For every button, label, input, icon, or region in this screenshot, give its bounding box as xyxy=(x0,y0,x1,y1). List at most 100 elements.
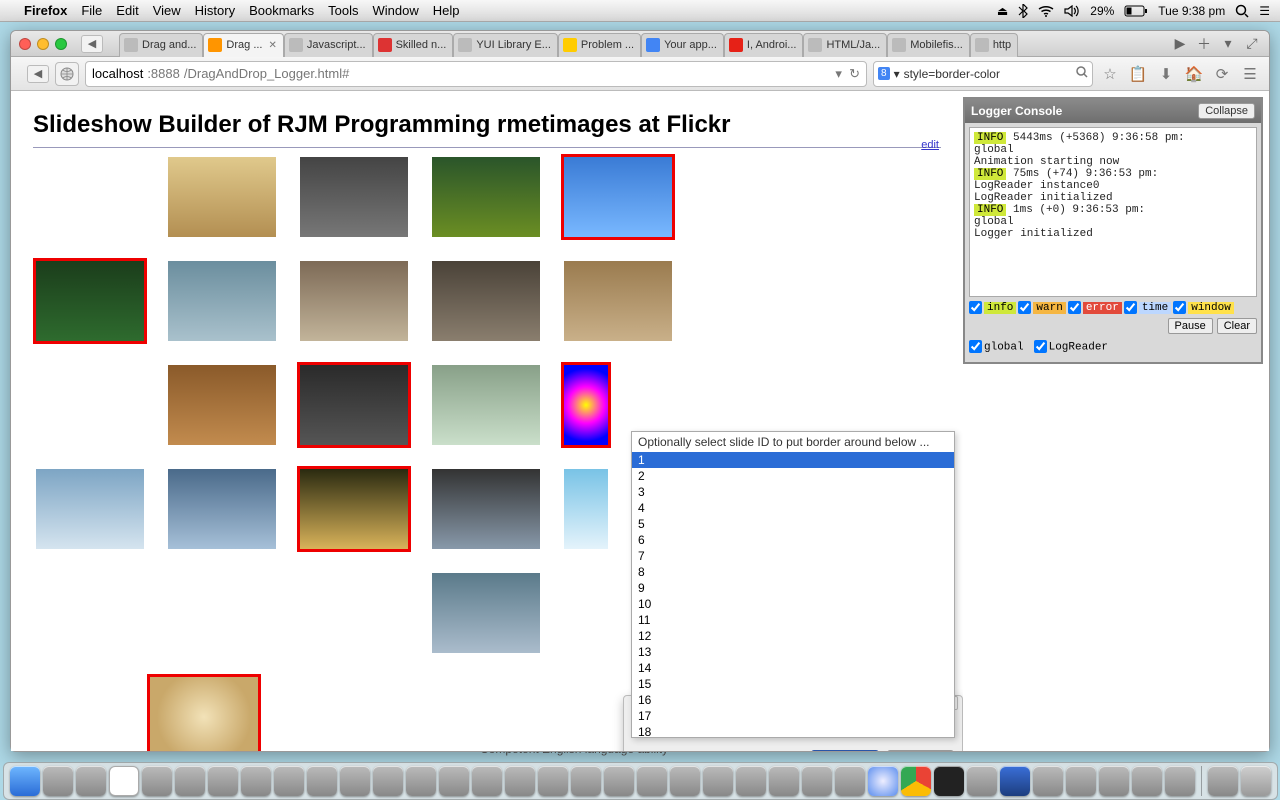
dock-app-icon[interactable] xyxy=(604,766,634,796)
browser-tab[interactable]: Skilled n... xyxy=(373,33,454,57)
dock-app-icon[interactable] xyxy=(1132,766,1162,796)
slide-id-option[interactable]: 5 xyxy=(632,516,954,532)
app-name[interactable]: Firefox xyxy=(24,3,67,18)
window-zoom-button[interactable] xyxy=(55,38,67,50)
dock-app-icon[interactable] xyxy=(1241,766,1271,796)
dock-app-icon[interactable] xyxy=(307,766,337,796)
browser-tab[interactable]: Drag and... xyxy=(119,33,203,57)
dock-app-icon[interactable] xyxy=(967,766,997,796)
thumbnail-green-tram[interactable] xyxy=(429,154,543,240)
slide-id-option[interactable]: 3 xyxy=(632,484,954,500)
logger-clear-button[interactable]: Clear xyxy=(1217,318,1257,334)
dock-app-icon[interactable] xyxy=(208,766,238,796)
slide-id-option[interactable]: 16 xyxy=(632,692,954,708)
dock-app-icon[interactable] xyxy=(43,766,73,796)
logger-collapse-button[interactable]: Collapse xyxy=(1198,103,1255,119)
downloads-icon[interactable]: ⬇ xyxy=(1155,63,1177,85)
stop-reload-button[interactable]: ▾ ↻ xyxy=(835,66,860,82)
dock-app-icon[interactable] xyxy=(571,766,601,796)
new-tab-button[interactable]: ＋ xyxy=(1195,35,1213,53)
dock-app-icon[interactable] xyxy=(1165,766,1195,796)
home-icon[interactable]: 🏠 xyxy=(1183,63,1205,85)
thumbnail-caged-window[interactable] xyxy=(297,362,411,448)
thumbnail-hikers[interactable] xyxy=(165,258,279,344)
dock-app-icon[interactable] xyxy=(10,766,40,796)
thumbnail-tropical-beach[interactable] xyxy=(561,466,611,552)
submit-button[interactable]: Submit xyxy=(811,750,878,751)
slide-id-option[interactable]: 18 xyxy=(632,724,954,737)
dock-app-icon[interactable] xyxy=(109,766,139,796)
dock-app-icon[interactable] xyxy=(439,766,469,796)
fullscreen-button[interactable]: ⤢ xyxy=(1243,35,1261,53)
thumbnail-sunset[interactable] xyxy=(297,466,411,552)
filter-checkbox[interactable] xyxy=(1173,301,1186,314)
sync-icon[interactable]: ⟳ xyxy=(1211,63,1233,85)
notification-center-icon[interactable]: ☰ xyxy=(1259,4,1270,18)
search-bar[interactable]: 8▾ style=border-color xyxy=(873,61,1093,87)
dock-app-icon[interactable] xyxy=(670,766,700,796)
thumbnail-tree[interactable] xyxy=(33,258,147,344)
dock-app-icon[interactable] xyxy=(1000,766,1030,796)
browser-tab[interactable]: I, Androi... xyxy=(724,33,804,57)
browser-tab[interactable]: Your app... xyxy=(641,33,724,57)
thumbnail-lake[interactable] xyxy=(429,570,543,656)
dock-app-icon[interactable] xyxy=(802,766,832,796)
slide-id-option[interactable]: 17 xyxy=(632,708,954,724)
menu-history[interactable]: History xyxy=(195,3,235,18)
thumbnail-puppy[interactable] xyxy=(165,154,279,240)
logger-filter-info[interactable]: info xyxy=(969,301,1016,314)
site-identity-icon[interactable] xyxy=(55,62,79,86)
dock-app-icon[interactable] xyxy=(1099,766,1129,796)
dock-app-icon[interactable] xyxy=(901,766,931,796)
battery-icon[interactable] xyxy=(1124,5,1148,17)
thumbnail-puppy-flowers[interactable] xyxy=(147,674,261,751)
menu-bookmarks[interactable]: Bookmarks xyxy=(249,3,314,18)
dock-app-icon[interactable] xyxy=(274,766,304,796)
dock-app-icon[interactable] xyxy=(934,766,964,796)
menu-tools[interactable]: Tools xyxy=(328,3,358,18)
slide-id-option[interactable]: 10 xyxy=(632,596,954,612)
spotlight-icon[interactable] xyxy=(1235,4,1249,18)
browser-tab[interactable]: HTML/Ja... xyxy=(803,33,887,57)
menu-file[interactable]: File xyxy=(81,3,102,18)
logger-filter-window[interactable]: window xyxy=(1173,301,1234,314)
dock-app-icon[interactable] xyxy=(175,766,205,796)
hamburger-menu-icon[interactable]: ☰ xyxy=(1239,63,1261,85)
dock-app-icon[interactable] xyxy=(835,766,865,796)
back-button[interactable]: ◀ xyxy=(27,65,49,83)
browser-tab[interactable]: YUI Library E... xyxy=(453,33,558,57)
filter-checkbox[interactable] xyxy=(1018,301,1031,314)
slide-id-option[interactable]: 4 xyxy=(632,500,954,516)
filter-checkbox[interactable] xyxy=(1068,301,1081,314)
dock-app-icon[interactable] xyxy=(1033,766,1063,796)
slide-id-option[interactable]: 13 xyxy=(632,644,954,660)
slide-id-option[interactable]: 7 xyxy=(632,548,954,564)
dock-app-icon[interactable] xyxy=(1066,766,1096,796)
list-tabs-button[interactable]: ▾ xyxy=(1219,35,1237,53)
filter-checkbox[interactable] xyxy=(969,301,982,314)
menubar-clock[interactable]: Tue 9:38 pm xyxy=(1158,4,1225,18)
dock-app-icon[interactable] xyxy=(505,766,535,796)
thumbnail-statue[interactable] xyxy=(561,258,675,344)
thumbnail-streetlamp[interactable] xyxy=(561,154,675,240)
edit-link[interactable]: edit xyxy=(921,139,939,151)
wifi-icon[interactable] xyxy=(1038,5,1054,17)
volume-icon[interactable] xyxy=(1064,5,1080,17)
browser-tab[interactable]: Drag ...✕ xyxy=(203,33,283,57)
menu-window[interactable]: Window xyxy=(373,3,419,18)
thumbnail-archway[interactable] xyxy=(429,258,543,344)
thumbnail-brick-building[interactable] xyxy=(297,258,411,344)
logger-output[interactable]: INFO 5443ms (+5368) 9:36:58 pm:globalAni… xyxy=(969,127,1257,297)
search-icon[interactable] xyxy=(1076,66,1088,81)
dock-app-icon[interactable] xyxy=(637,766,667,796)
source-checkbox[interactable] xyxy=(1034,340,1047,353)
browser-tab[interactable]: Mobilefis... xyxy=(887,33,970,57)
thumbnail-dusk-beach[interactable] xyxy=(429,466,543,552)
logger-filter-time[interactable]: time xyxy=(1124,301,1171,314)
dock-app-icon[interactable] xyxy=(703,766,733,796)
filter-checkbox[interactable] xyxy=(1124,301,1137,314)
slide-id-option[interactable]: 11 xyxy=(632,612,954,628)
logger-pause-button[interactable]: Pause xyxy=(1168,318,1213,334)
tabbar-scroll-left[interactable]: ◀ xyxy=(81,35,103,53)
dock-app-icon[interactable] xyxy=(868,766,898,796)
